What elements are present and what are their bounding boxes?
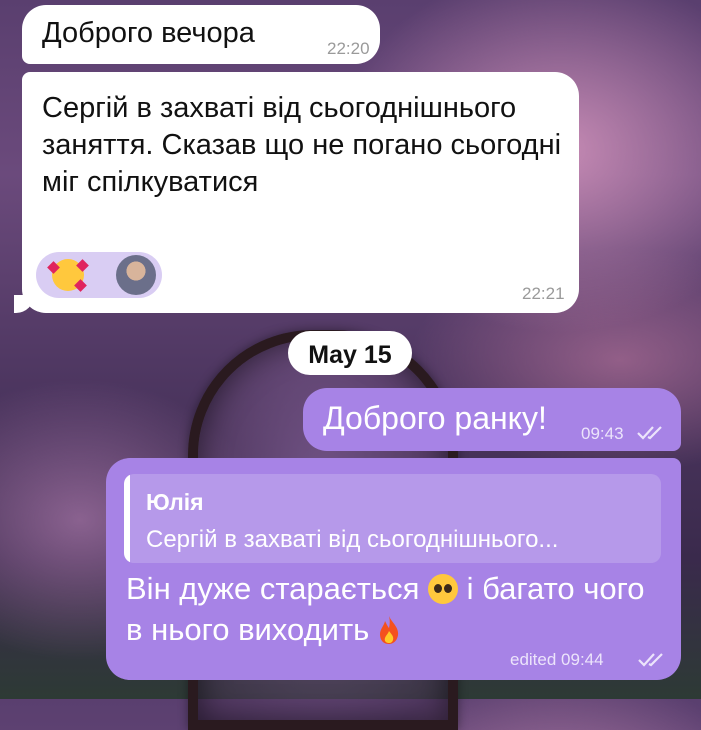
quote-author: Юлія — [146, 489, 204, 515]
message-time: 22:20 — [327, 39, 370, 58]
pleading-face-icon — [427, 574, 458, 604]
double-check-icon — [638, 653, 663, 667]
quote-text: Сергій в захваті від сьогоднішнього... — [146, 526, 559, 553]
date-label: May 15 — [308, 341, 392, 369]
date-separator: May 15 — [288, 331, 412, 375]
fire-icon — [379, 616, 399, 644]
bubble-tail — [14, 295, 34, 313]
reaction-chip[interactable] — [36, 252, 162, 298]
message-text: Він дуже старається і багато чого в ньог… — [126, 568, 666, 650]
message-text-part: Він дуже старається — [126, 571, 420, 606]
reactor-avatar[interactable] — [116, 255, 156, 295]
message-time: 09:43 — [581, 424, 624, 443]
outgoing-message[interactable]: Доброго ранку! 09:43 — [303, 388, 681, 451]
outgoing-message[interactable]: Юлія Сергій в захваті від сьогоднішнього… — [106, 458, 681, 680]
double-check-icon — [637, 426, 662, 440]
message-time: 22:21 — [522, 284, 565, 303]
incoming-message[interactable]: Доброго вечора 22:20 — [22, 5, 380, 64]
message-text: Доброго ранку! — [323, 400, 547, 436]
incoming-message[interactable]: Сергій в захваті від сьогоднішнього заня… — [14, 72, 579, 313]
smiling-face-with-hearts-icon — [47, 259, 89, 292]
reply-quote[interactable]: Юлія Сергій в захваті від сьогоднішнього… — [124, 474, 661, 563]
quote-bar — [124, 474, 130, 563]
message-time: edited 09:44 — [510, 650, 604, 669]
message-text: Сергій в захваті від сьогоднішнього заня… — [42, 92, 562, 198]
message-text: Доброго вечора — [42, 17, 255, 49]
